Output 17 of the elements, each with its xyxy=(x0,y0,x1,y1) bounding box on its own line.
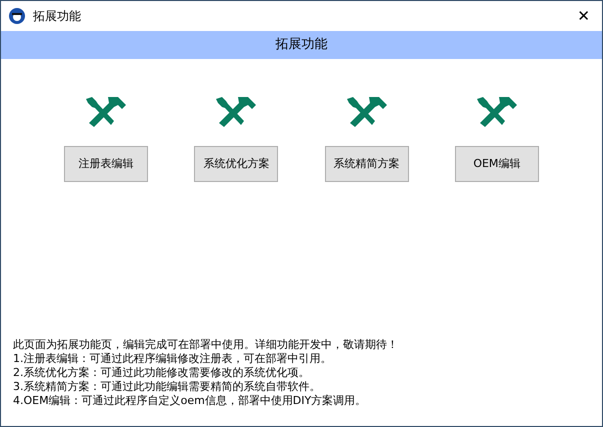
window-title: 拓展功能 xyxy=(33,8,81,25)
hammer-wrench-icon xyxy=(474,95,519,129)
note-text: 此页面为拓展功能页，编辑完成可在部署中使用。详细功能开发中，敬请期待！ xyxy=(13,338,399,352)
hammer-wrench-icon xyxy=(84,95,128,129)
hammer-wrench-icon xyxy=(214,95,258,129)
note-text: 4.OEM编辑：可通过此程序自定义oem信息，部署中使用DIY方案调用。 xyxy=(13,394,368,408)
hammer-wrench-icon xyxy=(344,95,389,129)
app-logo-icon xyxy=(9,8,25,24)
note-text: 2.系统优化方案：可通过此功能修改需要修改的系统优化项。 xyxy=(13,366,310,380)
tool-button[interactable]: 系统精简方案 xyxy=(324,146,409,182)
tool-button[interactable]: OEM编辑 xyxy=(454,146,539,182)
tool-button[interactable]: 注册表编辑 xyxy=(64,146,148,182)
note-text: 3.系统精简方案：可通过此功能编辑需要精简的系统自带软件。 xyxy=(13,380,322,394)
tool-button[interactable]: 系统优化方案 xyxy=(194,146,278,182)
header-bar: 拓展功能 xyxy=(1,31,602,59)
note-text: 1.注册表编辑：可通过此程序编辑修改注册表，可在部署中引用。 xyxy=(13,352,332,366)
close-button[interactable]: ✕ xyxy=(577,8,590,24)
